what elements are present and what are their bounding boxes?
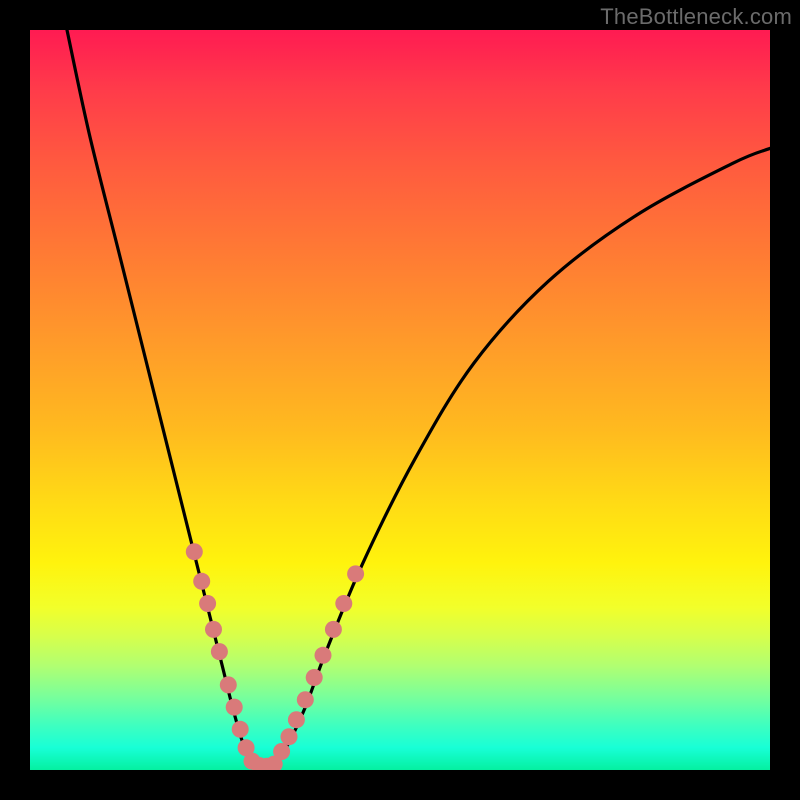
marker-dot [335,595,352,612]
bottleneck-svg [30,30,770,770]
marker-dot [232,721,249,738]
marker-dot [325,621,342,638]
marker-dot [226,699,243,716]
marker-dot [288,711,305,728]
marker-dot [347,565,364,582]
marker-dot [306,669,323,686]
marker-dot [205,621,222,638]
marker-dot [211,643,228,660]
plot-area [30,30,770,770]
marker-dot [281,728,298,745]
marker-dot [199,595,216,612]
marker-dot [220,676,237,693]
marker-dot [273,743,290,760]
marker-dot [193,573,210,590]
marker-dot [186,543,203,560]
marker-dot [315,647,332,664]
watermark-text: TheBottleneck.com [600,4,792,30]
marker-dot [297,691,314,708]
bottleneck-curve [67,30,770,768]
chart-frame: TheBottleneck.com [0,0,800,800]
marker-cluster-left [186,543,283,770]
